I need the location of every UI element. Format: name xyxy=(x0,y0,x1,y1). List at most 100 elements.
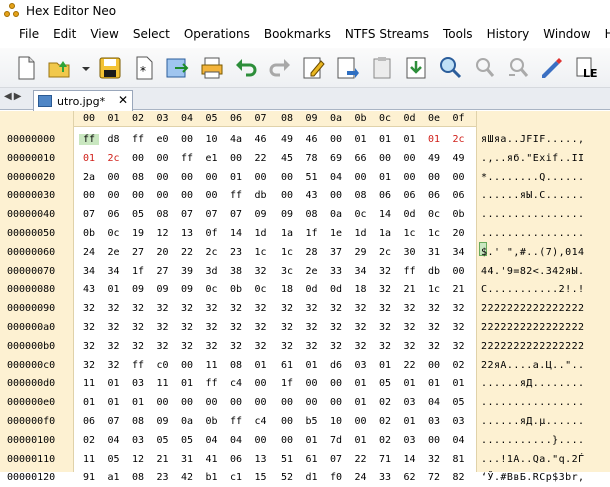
save-as-icon[interactable] xyxy=(164,54,192,82)
hex-byte[interactable]: 1f xyxy=(277,378,297,389)
hex-byte[interactable]: 32 xyxy=(177,341,197,352)
find-icon[interactable] xyxy=(436,54,464,82)
hex-byte[interactable]: 03 xyxy=(351,360,371,371)
row-text[interactable]: *........Q...... xyxy=(481,172,585,183)
hex-byte[interactable]: 00 xyxy=(302,378,322,389)
hex-byte[interactable]: 04 xyxy=(226,435,246,446)
hex-byte[interactable]: 04 xyxy=(326,172,346,183)
hex-byte[interactable]: 1a xyxy=(277,228,297,239)
hex-byte[interactable]: 2a xyxy=(79,172,99,183)
hex-byte[interactable]: 1c xyxy=(277,247,297,258)
hex-byte[interactable]: 07 xyxy=(326,454,346,465)
hex-row[interactable]: 000000b0 32 32 32 32 32 32 32 32 32 32 32 32 32 32 32 32… xyxy=(0,338,610,356)
hex-byte[interactable]: 32 xyxy=(104,322,124,333)
hex-byte[interactable]: 52 xyxy=(277,472,297,483)
hex-byte[interactable]: 22 xyxy=(251,153,271,164)
hex-byte[interactable]: e0 xyxy=(153,134,173,145)
hex-byte[interactable]: 0c xyxy=(351,209,371,220)
hex-row[interactable]: 000000f0 06 07 08 09 0a 0b ff c4 00 b5 10 00 02 01 03 03… xyxy=(0,413,610,431)
hex-byte[interactable]: 32 xyxy=(79,341,99,352)
hex-byte[interactable]: 43 xyxy=(302,190,322,201)
hex-byte[interactable]: 00 xyxy=(104,172,124,183)
hex-byte[interactable]: 08 xyxy=(128,472,148,483)
hex-byte[interactable]: 00 xyxy=(202,172,222,183)
hex-byte[interactable]: 10 xyxy=(202,134,222,145)
hex-byte[interactable]: 03 xyxy=(449,416,469,427)
hex-byte[interactable]: 07 xyxy=(202,209,222,220)
hex-byte[interactable]: 07 xyxy=(104,416,124,427)
hex-row[interactable]: 00000070 34 34 1f 27 39 3d 38 32 3c 2e 33 34 32 ff db 00… xyxy=(0,263,610,281)
hex-byte[interactable]: 07 xyxy=(226,209,246,220)
hex-byte[interactable]: 18 xyxy=(277,284,297,295)
hex-byte[interactable]: 27 xyxy=(128,247,148,258)
hex-byte[interactable]: 01 xyxy=(375,172,395,183)
hex-byte[interactable]: 05 xyxy=(128,209,148,220)
hex-byte[interactable]: 04 xyxy=(449,435,469,446)
hex-byte[interactable]: 00 xyxy=(153,397,173,408)
hex-byte[interactable]: 32 xyxy=(424,303,444,314)
hex-byte[interactable]: 32 xyxy=(351,303,371,314)
menu-view[interactable]: View xyxy=(83,27,125,41)
row-text[interactable]: ......яЫ.C...... xyxy=(481,190,585,201)
hex-byte[interactable]: 34 xyxy=(351,266,371,277)
menu-select[interactable]: Select xyxy=(126,27,177,41)
hex-byte[interactable]: 0d xyxy=(326,284,346,295)
hex-byte[interactable]: 32 xyxy=(302,322,322,333)
hex-byte[interactable]: 32 xyxy=(375,266,395,277)
hex-byte[interactable]: 3d xyxy=(202,266,222,277)
hex-byte[interactable]: 00 xyxy=(153,153,173,164)
hex-byte[interactable]: 00 xyxy=(177,397,197,408)
hex-byte[interactable]: 32 xyxy=(277,322,297,333)
hex-byte[interactable]: 30 xyxy=(400,247,420,258)
hex-byte[interactable]: 01 xyxy=(400,134,420,145)
hex-byte[interactable]: c1 xyxy=(226,472,246,483)
print-icon[interactable] xyxy=(198,54,226,82)
hex-byte[interactable]: 07 xyxy=(177,209,197,220)
pattern-icon[interactable] xyxy=(538,54,566,82)
hex-byte[interactable]: 32 xyxy=(104,303,124,314)
hex-byte[interactable]: 32 xyxy=(400,303,420,314)
hex-byte[interactable]: 05 xyxy=(153,435,173,446)
save-icon[interactable] xyxy=(96,54,124,82)
hex-byte[interactable]: 00 xyxy=(351,416,371,427)
hex-byte[interactable]: 03 xyxy=(424,416,444,427)
hex-byte[interactable]: 32 xyxy=(177,303,197,314)
hex-byte[interactable]: 00 xyxy=(375,153,395,164)
hex-byte[interactable]: 78 xyxy=(302,153,322,164)
hex-byte[interactable]: 0b xyxy=(79,228,99,239)
hex-byte[interactable]: 32 xyxy=(351,341,371,352)
hex-byte[interactable]: 21 xyxy=(449,284,469,295)
hex-byte[interactable]: 32 xyxy=(277,341,297,352)
hex-byte[interactable]: d8 xyxy=(104,134,124,145)
hex-byte[interactable]: db xyxy=(251,190,271,201)
hex-byte[interactable]: 00 xyxy=(424,435,444,446)
hex-row[interactable]: 000000e0 01 01 01 00 00 00 00 00 00 00 00 01 02 03 04 05… xyxy=(0,394,610,412)
hex-byte[interactable]: 20 xyxy=(153,247,173,258)
hex-byte[interactable]: ff xyxy=(226,190,246,201)
hex-byte[interactable]: 32 xyxy=(153,341,173,352)
hex-byte[interactable]: 29 xyxy=(351,247,371,258)
hex-byte[interactable]: 1e xyxy=(326,228,346,239)
menu-bookmarks[interactable]: Bookmarks xyxy=(257,27,338,41)
hex-byte[interactable]: 11 xyxy=(79,378,99,389)
hex-byte[interactable]: 24 xyxy=(79,247,99,258)
hex-byte[interactable]: 0b xyxy=(202,416,222,427)
hex-byte[interactable]: 32 xyxy=(128,341,148,352)
hex-byte[interactable]: 34 xyxy=(104,266,124,277)
hex-byte[interactable]: 2c xyxy=(449,134,469,145)
hex-byte[interactable]: 00 xyxy=(177,172,197,183)
hex-byte[interactable]: ff xyxy=(202,378,222,389)
hex-byte[interactable]: 32 xyxy=(153,303,173,314)
hex-byte[interactable]: 0d xyxy=(302,284,322,295)
hex-byte[interactable]: c4 xyxy=(226,378,246,389)
hex-byte[interactable]: 00 xyxy=(277,435,297,446)
hex-byte[interactable]: 06 xyxy=(449,190,469,201)
hex-byte[interactable]: 81 xyxy=(449,454,469,465)
hex-byte[interactable]: 0f xyxy=(202,228,222,239)
hex-byte[interactable]: 32 xyxy=(449,322,469,333)
hex-editor[interactable]: 00 01 02 03 04 05 06 07 08 09 0a 0b 0c 0d 0e 0f 0000000… xyxy=(0,111,610,483)
hex-byte[interactable]: 31 xyxy=(424,247,444,258)
hex-byte[interactable]: 1d xyxy=(251,228,271,239)
hex-byte[interactable]: 09 xyxy=(251,209,271,220)
hex-byte[interactable]: 32 xyxy=(449,303,469,314)
